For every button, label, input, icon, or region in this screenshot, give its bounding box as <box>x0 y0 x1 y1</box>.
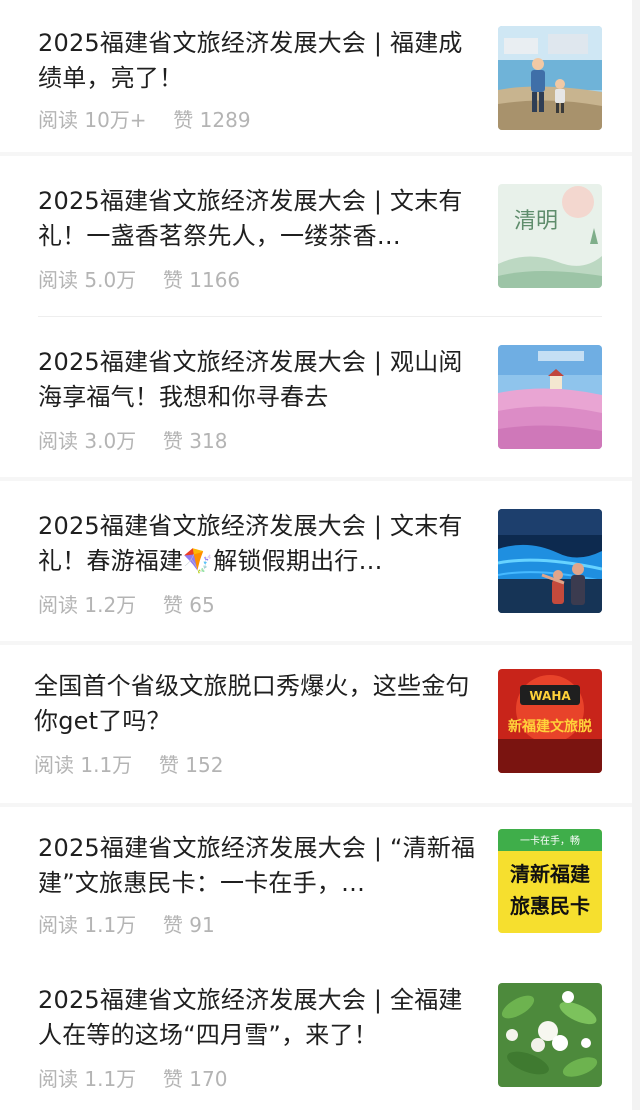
flower-field-image <box>498 345 602 449</box>
read-label: 阅读 <box>38 268 78 292</box>
thumbnail-text-top: 一卡在手，畅 <box>520 834 580 847</box>
like-label: 赞 <box>162 593 183 617</box>
seaside-illustration-image <box>498 26 602 130</box>
read-count: 3.0万 <box>84 429 137 453</box>
thumbnail-text-line2: 旅惠民卡 <box>510 894 590 918</box>
article-thumbnail[interactable] <box>498 983 602 1087</box>
article-thumbnail[interactable] <box>498 345 602 449</box>
read-label: 阅读 <box>34 753 74 777</box>
article-card[interactable]: 全国首个省级文旅脱口秀爆火，这些金句你get了吗？ 阅读 1.1万 赞 152 … <box>0 645 640 803</box>
article-title[interactable]: 2025福建省文旅经济发展大会 | 文末有礼！春游福建🪁解锁假期出行… <box>38 509 478 579</box>
article-meta: 阅读 1.1万 赞 152 <box>34 749 223 778</box>
article-meta: 阅读 10万+ 赞 1289 <box>38 104 251 133</box>
article-card[interactable]: 2025福建省文旅经济发展大会 | 文末有礼！一盏香茗祭先人，一缕茶香… 阅读 … <box>0 156 640 316</box>
qingming-poster-image: 清明 <box>498 184 602 288</box>
article-meta: 阅读 1.1万 赞 91 <box>38 909 215 938</box>
article-title[interactable]: 2025福建省文旅经济发展大会 | “清新福建”文旅惠民卡：一卡在手，… <box>38 831 478 901</box>
read-count: 1.2万 <box>84 593 137 617</box>
like-label: 赞 <box>162 429 183 453</box>
like-count: 152 <box>185 753 224 777</box>
white-blossom-image <box>498 983 602 1087</box>
article-meta: 阅读 5.0万 赞 1166 <box>38 264 240 293</box>
blue-tears-beach-image <box>498 509 602 613</box>
like-label: 赞 <box>162 913 183 937</box>
read-label: 阅读 <box>38 429 78 453</box>
article-card[interactable]: 2025福建省文旅经济发展大会 | 观山阅海享福气！我想和你寻春去 阅读 3.0… <box>0 317 640 477</box>
article-feed: 2025福建省文旅经济发展大会 | 福建成绩单，亮了！ 阅读 10万+ 赞 12… <box>0 0 640 1110</box>
like-count: 91 <box>189 913 215 937</box>
like-count: 170 <box>189 1067 228 1091</box>
like-count: 1289 <box>199 108 251 132</box>
like-label: 赞 <box>158 753 179 777</box>
read-label: 阅读 <box>38 913 78 937</box>
article-title[interactable]: 全国首个省级文旅脱口秀爆火，这些金句你get了吗？ <box>34 669 474 739</box>
like-count: 1166 <box>189 268 241 292</box>
article-title[interactable]: 2025福建省文旅经济发展大会 | 观山阅海享福气！我想和你寻春去 <box>38 345 478 415</box>
scroll-edge <box>632 0 640 1110</box>
thumbnail-text-line1: 清新福建 <box>510 862 590 886</box>
like-label: 赞 <box>162 1067 183 1091</box>
read-label: 阅读 <box>38 593 78 617</box>
article-card[interactable]: 2025福建省文旅经济发展大会 | 福建成绩单，亮了！ 阅读 10万+ 赞 12… <box>0 0 640 152</box>
article-card[interactable]: 2025福建省文旅经济发展大会 | “清新福建”文旅惠民卡：一卡在手，… 阅读 … <box>0 807 640 965</box>
article-meta: 阅读 1.1万 赞 170 <box>38 1063 227 1092</box>
benefit-card-poster-image: 一卡在手，畅 清新福建 旅惠民卡 <box>498 829 602 933</box>
article-title[interactable]: 2025福建省文旅经济发展大会 | 文末有礼！一盏香茗祭先人，一缕茶香… <box>38 184 478 254</box>
read-count: 1.1万 <box>84 1067 137 1091</box>
thumbnail-text: 新福建文旅脱 <box>508 718 592 735</box>
like-label: 赞 <box>173 108 194 132</box>
article-title[interactable]: 2025福建省文旅经济发展大会 | 全福建人在等的这场“四月雪”，来了！ <box>38 983 478 1053</box>
article-thumbnail[interactable] <box>498 26 602 130</box>
read-count: 1.1万 <box>84 913 137 937</box>
talk-show-poster-image: WAHA 新福建文旅脱 <box>498 669 602 773</box>
read-label: 阅读 <box>38 1067 78 1091</box>
article-thumbnail[interactable]: 一卡在手，畅 清新福建 旅惠民卡 <box>498 829 602 933</box>
article-thumbnail[interactable] <box>498 509 602 613</box>
read-count: 5.0万 <box>84 268 137 292</box>
svg-text:WAHA: WAHA <box>529 689 571 703</box>
like-count: 65 <box>189 593 215 617</box>
article-meta: 阅读 1.2万 赞 65 <box>38 589 215 618</box>
read-count: 1.1万 <box>80 753 133 777</box>
thumbnail-text: 清明 <box>514 209 558 234</box>
article-meta: 阅读 3.0万 赞 318 <box>38 425 227 454</box>
read-count: 10万+ <box>84 108 147 132</box>
like-count: 318 <box>189 429 228 453</box>
article-card[interactable]: 2025福建省文旅经济发展大会 | 全福建人在等的这场“四月雪”，来了！ 阅读 … <box>0 965 640 1110</box>
read-label: 阅读 <box>38 108 78 132</box>
article-thumbnail[interactable]: WAHA 新福建文旅脱 <box>498 669 602 773</box>
article-card[interactable]: 2025福建省文旅经济发展大会 | 文末有礼！春游福建🪁解锁假期出行… 阅读 1… <box>0 481 640 641</box>
article-title[interactable]: 2025福建省文旅经济发展大会 | 福建成绩单，亮了！ <box>38 26 478 96</box>
like-label: 赞 <box>162 268 183 292</box>
article-thumbnail[interactable]: 清明 <box>498 184 602 288</box>
